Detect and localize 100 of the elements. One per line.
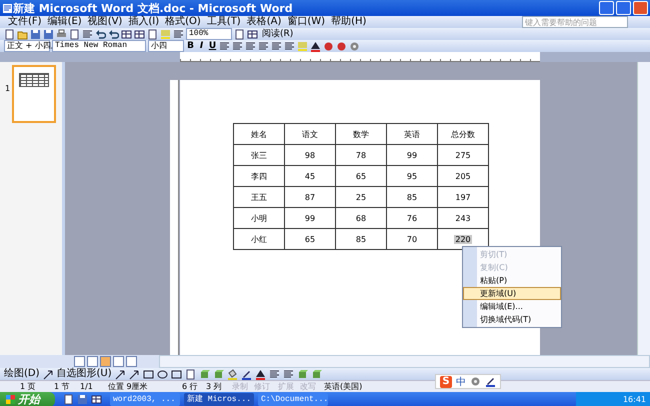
menu-item[interactable]: 更新域(U) bbox=[463, 287, 561, 300]
table-cell: 99 bbox=[386, 144, 438, 166]
align-icon[interactable] bbox=[173, 28, 184, 40]
menu-item[interactable]: 插入(I) bbox=[128, 16, 160, 28]
undo-icon[interactable] bbox=[95, 28, 106, 40]
view-button[interactable] bbox=[126, 356, 137, 367]
taskbar-button[interactable]: C:\Document... bbox=[258, 393, 328, 406]
draw-menu[interactable]: 绘图(D) bbox=[4, 368, 40, 380]
gear-icon[interactable] bbox=[349, 40, 360, 52]
horizontal-scrollbar[interactable] bbox=[159, 355, 650, 368]
table-cell: 姓名 bbox=[234, 124, 284, 144]
page-icon[interactable] bbox=[184, 368, 196, 380]
rectangle-icon[interactable] bbox=[170, 368, 182, 380]
table-cell: 小红 bbox=[234, 228, 284, 250]
font-color-icon[interactable] bbox=[310, 40, 321, 52]
cube-icon[interactable] bbox=[212, 368, 224, 380]
input-mode-button[interactable]: 中 bbox=[456, 374, 466, 388]
page-thumbnail[interactable] bbox=[12, 65, 56, 123]
status-item: 3 列 bbox=[205, 381, 223, 392]
arrow-icon[interactable] bbox=[114, 368, 126, 380]
rectangle-icon[interactable] bbox=[142, 368, 154, 380]
ime-logo[interactable]: S bbox=[440, 376, 452, 388]
cube-icon[interactable] bbox=[310, 368, 322, 380]
taskbar-button[interactable]: 新建 Micros... bbox=[184, 393, 254, 406]
align-icon[interactable] bbox=[232, 40, 243, 52]
table-icon[interactable] bbox=[134, 28, 145, 40]
arrow-icon[interactable] bbox=[128, 368, 140, 380]
autoshapes-menu[interactable]: 自选图形(U) bbox=[56, 368, 112, 380]
table-cell: 语文 bbox=[284, 124, 336, 144]
font-color-icon[interactable] bbox=[254, 368, 266, 380]
size-dropdown[interactable]: 小四 bbox=[148, 40, 184, 52]
bold-button[interactable]: B bbox=[186, 40, 195, 52]
align-icon[interactable] bbox=[271, 40, 282, 52]
page-number: 1 bbox=[5, 84, 10, 93]
table-cell: 197 bbox=[438, 186, 488, 208]
oval-icon[interactable] bbox=[156, 368, 168, 380]
table-cell: 25 bbox=[336, 186, 386, 208]
italic-button[interactable]: I bbox=[197, 40, 206, 52]
page-icon[interactable] bbox=[147, 28, 158, 40]
printer-icon[interactable] bbox=[56, 28, 67, 40]
menu-item[interactable]: 工具(T) bbox=[206, 16, 241, 28]
align-icon[interactable] bbox=[245, 40, 256, 52]
status-item: 改写 bbox=[299, 381, 317, 392]
menu-item[interactable]: 文件(F) bbox=[8, 16, 42, 28]
clock: 16:41 bbox=[622, 395, 646, 404]
view-button[interactable] bbox=[87, 356, 98, 367]
vertical-scrollbar[interactable] bbox=[637, 62, 650, 355]
status-item: 修订 bbox=[253, 381, 271, 392]
table-icon[interactable] bbox=[121, 28, 132, 40]
page-icon[interactable] bbox=[69, 28, 80, 40]
menu-item[interactable]: 编辑(E) bbox=[48, 16, 82, 28]
taskbar-button[interactable]: word2003, ... bbox=[110, 393, 180, 406]
table-icon[interactable] bbox=[247, 28, 258, 40]
table-icon[interactable] bbox=[91, 394, 102, 405]
view-button[interactable] bbox=[113, 356, 124, 367]
fill-color-icon[interactable] bbox=[226, 368, 238, 380]
table-cell: 小明 bbox=[234, 208, 284, 228]
undo-icon[interactable] bbox=[108, 28, 119, 40]
underline-button[interactable]: U bbox=[208, 40, 217, 52]
align-icon[interactable] bbox=[284, 40, 295, 52]
page-icon[interactable] bbox=[4, 28, 15, 40]
table-cell: 英语 bbox=[386, 124, 438, 144]
table-cell: 205 bbox=[438, 166, 488, 186]
help-search-field[interactable]: 键入需要帮助的问题 bbox=[522, 16, 628, 28]
table-cell: 275 bbox=[438, 144, 488, 166]
zoom-dropdown[interactable]: 100% bbox=[186, 28, 232, 40]
table-cell: 85 bbox=[386, 186, 438, 208]
menu-item[interactable]: 编辑域(E)... bbox=[463, 300, 561, 313]
document-icon bbox=[2, 2, 13, 14]
arrow-icon[interactable] bbox=[42, 368, 54, 380]
align-icon[interactable] bbox=[258, 40, 269, 52]
status-item: 1 节 bbox=[53, 381, 71, 392]
table-cell: 总分数 bbox=[438, 124, 488, 144]
menu-item[interactable]: 窗口(W) bbox=[287, 16, 326, 28]
table-cell: 76 bbox=[386, 208, 438, 228]
menu-item[interactable]: 格式(O) bbox=[165, 16, 201, 28]
align-icon[interactable] bbox=[282, 368, 294, 380]
dot-icon[interactable] bbox=[336, 40, 347, 52]
dot-icon[interactable] bbox=[323, 40, 334, 52]
read-button[interactable]: 阅读(R) bbox=[260, 28, 296, 40]
table-cell: 数学 bbox=[336, 124, 386, 144]
line-color-icon[interactable] bbox=[485, 376, 496, 387]
menu-item[interactable]: 粘贴(P) bbox=[463, 274, 561, 287]
menu-item[interactable]: 帮助(H) bbox=[331, 16, 366, 28]
table-cell: 70 bbox=[386, 228, 438, 250]
cube-icon[interactable] bbox=[198, 368, 210, 380]
menu-item[interactable]: 视图(V) bbox=[88, 16, 122, 28]
view-button[interactable] bbox=[74, 356, 85, 367]
align-icon[interactable] bbox=[268, 368, 280, 380]
font-dropdown[interactable]: Times New Roman bbox=[52, 40, 146, 52]
menu-item[interactable]: 表格(A) bbox=[246, 16, 282, 28]
table-cell: 78 bbox=[336, 144, 386, 166]
align-icon[interactable] bbox=[82, 28, 93, 40]
line-color-icon[interactable] bbox=[240, 368, 252, 380]
align-icon[interactable] bbox=[219, 40, 230, 52]
gear-icon[interactable] bbox=[470, 376, 481, 387]
table-cell: 王五 bbox=[234, 186, 284, 208]
menu-item[interactable]: 切换域代码(T) bbox=[463, 313, 561, 326]
page-icon[interactable] bbox=[63, 394, 74, 405]
page-icon[interactable] bbox=[234, 28, 245, 40]
